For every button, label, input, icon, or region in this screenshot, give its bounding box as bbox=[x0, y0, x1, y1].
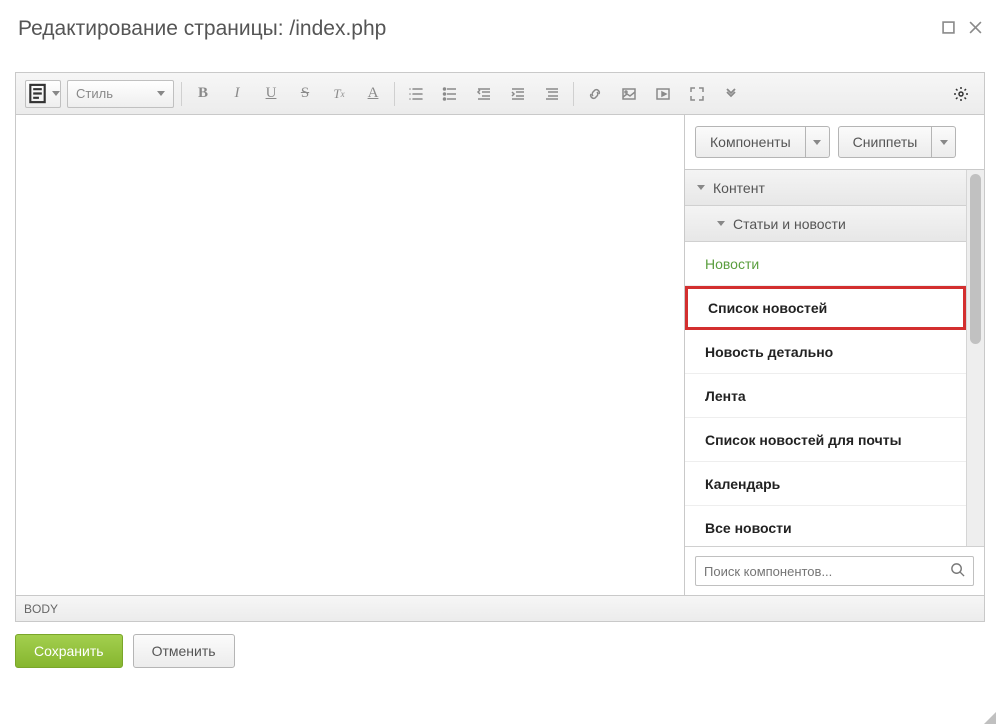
clear-format-button[interactable]: Tx bbox=[322, 80, 356, 108]
tab-components[interactable]: Компоненты bbox=[695, 126, 806, 158]
chevron-down-icon bbox=[813, 140, 821, 145]
blockquote-button[interactable] bbox=[535, 80, 569, 108]
resize-grip[interactable] bbox=[982, 710, 996, 724]
side-panel: Компоненты Сниппеты Контент bbox=[684, 115, 984, 595]
tree-item[interactable]: Календарь bbox=[685, 462, 966, 506]
editor-toolbar: Стиль B I U S Tx A bbox=[16, 73, 984, 115]
document-mode-button[interactable] bbox=[25, 80, 61, 108]
tree-item[interactable]: Все новости bbox=[685, 506, 966, 546]
strike-button[interactable]: S bbox=[288, 80, 322, 108]
tree-section-label: Контент bbox=[713, 180, 765, 196]
save-button[interactable]: Сохранить bbox=[15, 634, 123, 668]
tree-item[interactable]: Список новостей для почты bbox=[685, 418, 966, 462]
video-button[interactable] bbox=[646, 80, 680, 108]
indent-button[interactable] bbox=[501, 80, 535, 108]
status-bar: BODY bbox=[16, 595, 984, 621]
window-title: Редактирование страницы: /index.php bbox=[18, 17, 386, 41]
tree-item[interactable]: Список новостей bbox=[685, 286, 966, 330]
underline-button[interactable]: U bbox=[254, 80, 288, 108]
text-color-button[interactable]: A bbox=[356, 80, 390, 108]
italic-button[interactable]: I bbox=[220, 80, 254, 108]
separator bbox=[573, 82, 574, 106]
tab-components-dropdown[interactable] bbox=[806, 126, 830, 158]
image-button[interactable] bbox=[612, 80, 646, 108]
status-path: BODY bbox=[24, 602, 58, 616]
scrollbar-thumb[interactable] bbox=[970, 174, 981, 344]
chevron-down-icon bbox=[52, 91, 60, 96]
component-search[interactable] bbox=[695, 556, 974, 586]
scrollbar[interactable] bbox=[966, 170, 984, 546]
chevron-down-icon bbox=[717, 221, 725, 226]
tree-item[interactable]: Новости bbox=[685, 242, 966, 286]
settings-button[interactable] bbox=[944, 80, 978, 108]
close-icon[interactable] bbox=[969, 21, 982, 38]
unordered-list-button[interactable] bbox=[433, 80, 467, 108]
bold-button[interactable]: B bbox=[186, 80, 220, 108]
tree-item[interactable]: Лента bbox=[685, 374, 966, 418]
tree-section-articles[interactable]: Статьи и новости bbox=[685, 206, 966, 242]
ordered-list-button[interactable] bbox=[399, 80, 433, 108]
tree-item[interactable]: Новость детально bbox=[685, 330, 966, 374]
cancel-button[interactable]: Отменить bbox=[133, 634, 235, 668]
fullscreen-button[interactable] bbox=[680, 80, 714, 108]
link-button[interactable] bbox=[578, 80, 612, 108]
more-button[interactable] bbox=[714, 80, 748, 108]
maximize-icon[interactable] bbox=[942, 21, 955, 38]
separator bbox=[394, 82, 395, 106]
chevron-down-icon bbox=[157, 91, 165, 96]
chevron-down-icon bbox=[940, 140, 948, 145]
tab-snippets-dropdown[interactable] bbox=[932, 126, 956, 158]
tree-section-content[interactable]: Контент bbox=[685, 170, 966, 206]
tab-snippets[interactable]: Сниппеты bbox=[838, 126, 933, 158]
search-input[interactable] bbox=[704, 564, 950, 579]
tree-section-label: Статьи и новости bbox=[733, 216, 846, 232]
separator bbox=[181, 82, 182, 106]
editor-content[interactable] bbox=[16, 115, 684, 595]
chevron-down-icon bbox=[697, 185, 705, 190]
search-icon bbox=[950, 562, 965, 580]
style-select-label: Стиль bbox=[76, 86, 113, 101]
outdent-button[interactable] bbox=[467, 80, 501, 108]
style-select[interactable]: Стиль bbox=[67, 80, 174, 108]
